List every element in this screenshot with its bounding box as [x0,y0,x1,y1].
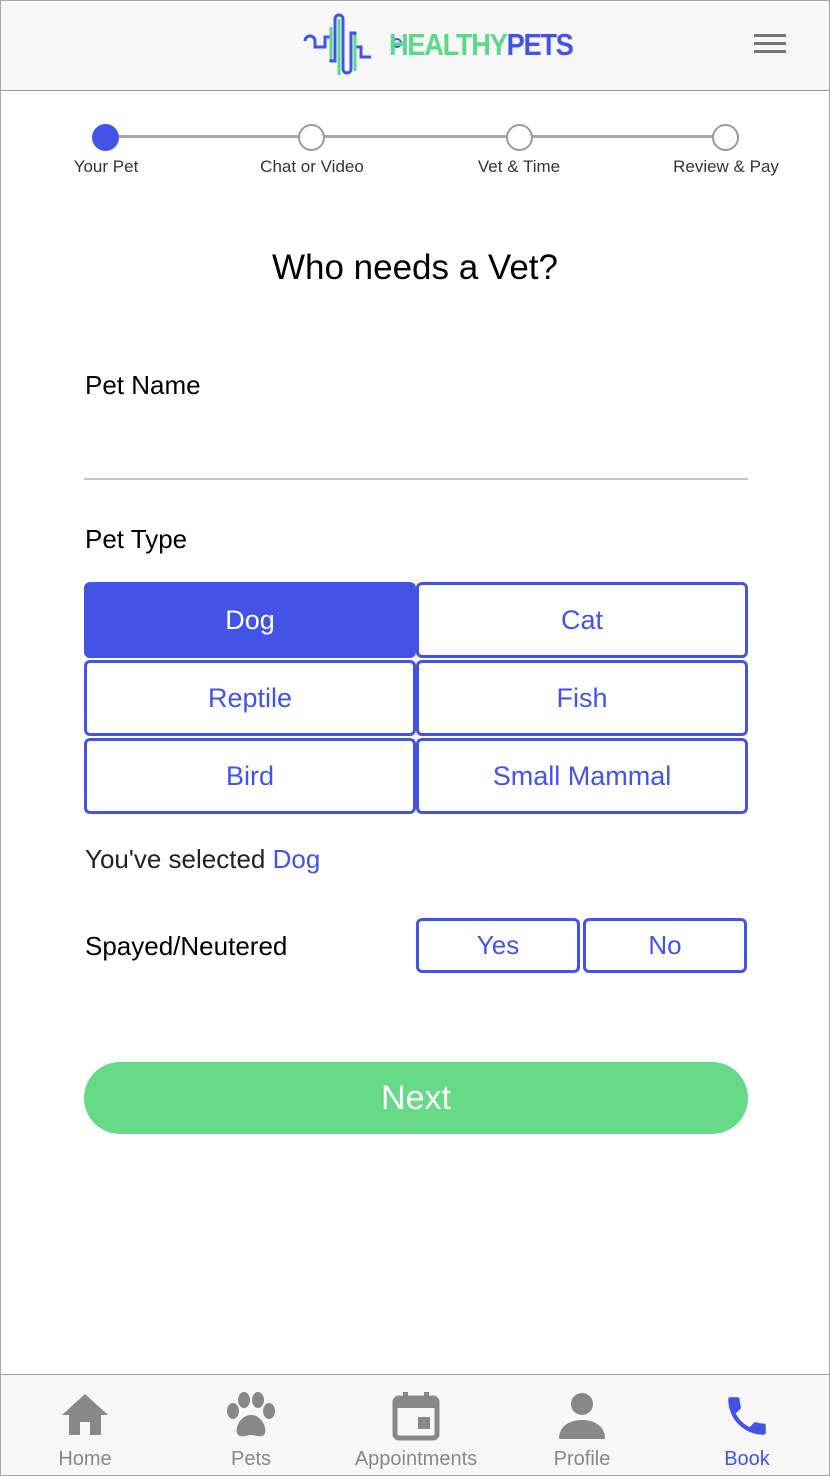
selected-type-value: Dog [272,844,321,874]
step-dot-chat-or-video[interactable] [298,124,325,151]
nav-label-profile: Profile [553,1448,611,1470]
stepper-track [106,135,725,138]
step-dot-review-pay[interactable] [712,124,739,151]
step-label-chat-or-video: Chat or Video [260,157,364,176]
page-title: Who needs a Vet? [271,248,559,287]
nav-item-book[interactable]: Book [677,1375,817,1475]
step-label-review-pay: Review & Pay [673,157,779,176]
nav-label-book: Book [724,1448,770,1470]
logo-healthy-text: HEALTHY [389,27,508,62]
next-button[interactable]: Next [84,1062,748,1134]
pet-name-label: Pet Name [85,370,201,400]
nav-label-home: Home [58,1448,112,1470]
pet-type-small-mammal-button[interactable]: Small Mammal [416,738,748,814]
step-dot-your-pet[interactable] [92,124,119,151]
phone-icon [728,1397,766,1435]
logo-pets-text: PETS [506,27,574,62]
nav-item-pets[interactable]: Pets [181,1375,321,1475]
nav-item-home[interactable]: Home [15,1375,155,1475]
logo-wordmark: HEALTHYPETS [389,27,574,63]
person-icon [559,1393,605,1439]
pet-name-input[interactable] [84,420,748,480]
healthypets-logo[interactable]: HEALTHYPETS [303,13,574,85]
step-dot-vet-time[interactable] [506,124,533,151]
spayed-yes-button[interactable]: Yes [416,918,580,973]
pet-type-fish-button[interactable]: Fish [416,660,748,736]
step-label-vet-time: Vet & Time [477,157,561,176]
nav-label-pets: Pets [230,1448,272,1470]
home-icon [62,1394,108,1435]
step-label-your-pet: Your Pet [73,157,139,176]
pet-type-label: Pet Type [85,524,188,554]
selected-type-text: You've selected Dog [85,844,320,875]
nav-item-appointments[interactable]: Appointments [346,1375,486,1475]
selected-prefix: You've selected [85,844,266,874]
paw-icon [227,1392,275,1437]
pet-type-dog-button[interactable]: Dog [84,582,416,658]
app-header: HEALTHYPETS [1,1,829,91]
pet-type-reptile-button[interactable]: Reptile [84,660,416,736]
calendar-icon [392,1392,440,1441]
pet-type-bird-button[interactable]: Bird [84,738,416,814]
nav-label-appointments: Appointments [354,1448,478,1470]
spayed-neutered-label: Spayed/Neutered [85,931,288,961]
pet-type-cat-button[interactable]: Cat [416,582,748,658]
spayed-no-button[interactable]: No [583,918,747,973]
hamburger-menu-icon[interactable] [754,34,786,54]
nav-item-profile[interactable]: Profile [512,1375,652,1475]
heartbeat-logo-icon [303,13,402,75]
bottom-nav: Home Pets Appointments Profile Book [1,1374,829,1475]
